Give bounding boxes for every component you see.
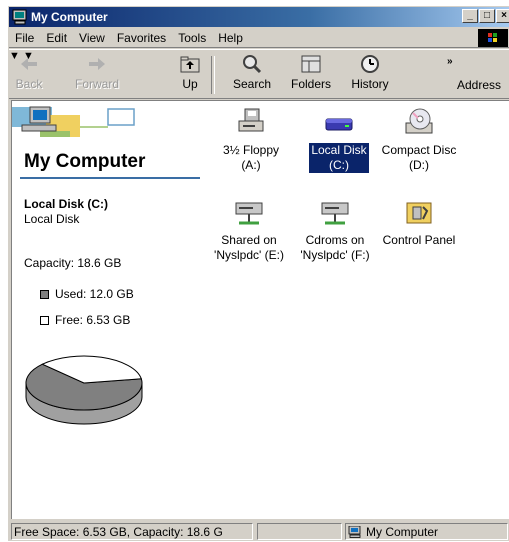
toolbar: Back ▼ Forward ▼ Up Search Folders Histo… — [9, 49, 509, 99]
item-shared-drive-e[interactable]: Shared on 'Nyslpdc' (E:) — [206, 197, 292, 263]
back-label: Back — [15, 77, 43, 91]
page-title: My Computer — [24, 151, 146, 172]
used-text: Used: 12.0 GB — [55, 287, 134, 301]
back-arrow-icon — [21, 58, 37, 70]
folders-label: Folders — [290, 77, 331, 91]
item-label: Cdroms on 'Nyslpdc' (F:) — [300, 233, 370, 262]
forward-label: Forward — [74, 77, 119, 91]
free-legend: Free: 6.53 GB — [40, 313, 130, 327]
capacity-text: Capacity: 18.6 GB — [24, 256, 122, 270]
up-label: Up — [182, 77, 198, 91]
item-label: 3½ Floppy (A:) — [222, 143, 280, 172]
item-local-disk[interactable]: Local Disk (C:) — [296, 107, 382, 174]
up-folder-icon — [180, 56, 200, 73]
menu-edit[interactable]: Edit — [46, 31, 67, 45]
item-label: Control Panel — [382, 233, 456, 247]
back-button[interactable]: Back — [11, 53, 47, 91]
status-panel-empty — [257, 523, 342, 540]
menu-tools[interactable]: Tools — [178, 31, 206, 45]
close-button[interactable]: × — [496, 9, 509, 23]
history-clock-icon — [361, 55, 379, 73]
disk-usage-pie — [25, 355, 143, 425]
hard-disk-icon — [325, 118, 353, 131]
item-label: Shared on 'Nyslpdc' (E:) — [214, 233, 284, 262]
search-button[interactable]: Search — [229, 53, 275, 91]
menu-view[interactable]: View — [79, 31, 105, 45]
free-text: Free: 6.53 GB — [55, 313, 131, 327]
history-button[interactable]: History — [345, 53, 395, 91]
status-location-text: My Computer — [366, 524, 439, 539]
cd-drive-icon — [405, 108, 433, 134]
explorer-window: My Computer _ □ × File Edit View Favorit… — [8, 6, 509, 541]
item-floppy-drive[interactable]: 3½ Floppy (A:) — [208, 107, 294, 173]
toolbar-separator — [211, 56, 215, 94]
my-computer-icon — [12, 9, 27, 25]
up-button[interactable]: Up — [175, 53, 205, 91]
floppy-drive-icon — [238, 108, 264, 132]
item-label: Local Disk (C:) — [308, 142, 370, 174]
selected-item-type: Local Disk — [24, 212, 80, 226]
item-control-panel[interactable]: Control Panel — [376, 197, 462, 248]
folders-icon — [301, 55, 321, 73]
status-free-space: Free Space: 6.53 GB, Capacity: 18.6 G — [11, 523, 253, 540]
title-underline — [20, 177, 200, 179]
selected-item-name: Local Disk (C:) — [24, 197, 109, 211]
used-swatch — [40, 289, 49, 299]
menu-favorites[interactable]: Favorites — [117, 31, 166, 45]
forward-arrow-icon — [89, 58, 105, 70]
history-label: History — [351, 77, 389, 91]
windows-logo-icon — [478, 29, 508, 47]
menu-file[interactable]: File — [15, 31, 34, 45]
menu-bar: File Edit View Favorites Tools Help — [9, 28, 509, 48]
used-legend: Used: 12.0 GB — [40, 287, 134, 301]
content-area: My Computer Local Disk (C:) Local Disk C… — [11, 100, 509, 519]
address-bar-label[interactable]: Address — [457, 78, 501, 92]
maximize-button[interactable]: □ — [479, 9, 495, 23]
menu-help[interactable]: Help — [218, 31, 243, 45]
network-drive-icon — [235, 202, 263, 225]
window-title: My Computer — [31, 10, 108, 24]
status-bar: Free Space: 6.53 GB, Capacity: 18.6 G My… — [9, 520, 509, 542]
network-drive-icon — [321, 202, 349, 225]
search-icon — [243, 55, 262, 74]
folders-button[interactable]: Folders — [287, 53, 335, 91]
item-cdroms-drive-f[interactable]: Cdroms on 'Nyslpdc' (F:) — [292, 197, 378, 263]
forward-button[interactable]: Forward — [69, 53, 125, 91]
minimize-button[interactable]: _ — [462, 9, 478, 23]
control-panel-icon — [406, 202, 432, 224]
item-label: Compact Disc (D:) — [381, 143, 457, 172]
title-bar[interactable]: My Computer _ □ × — [9, 7, 509, 27]
my-computer-icon — [348, 525, 361, 538]
free-swatch — [40, 315, 49, 325]
toolbar-overflow-chevron-icon[interactable]: » — [447, 56, 453, 67]
search-label: Search — [232, 77, 272, 91]
item-compact-disc[interactable]: Compact Disc (D:) — [376, 107, 462, 173]
status-location: My Computer — [345, 523, 508, 540]
info-pane: My Computer Local Disk (C:) Local Disk C… — [12, 101, 207, 519]
